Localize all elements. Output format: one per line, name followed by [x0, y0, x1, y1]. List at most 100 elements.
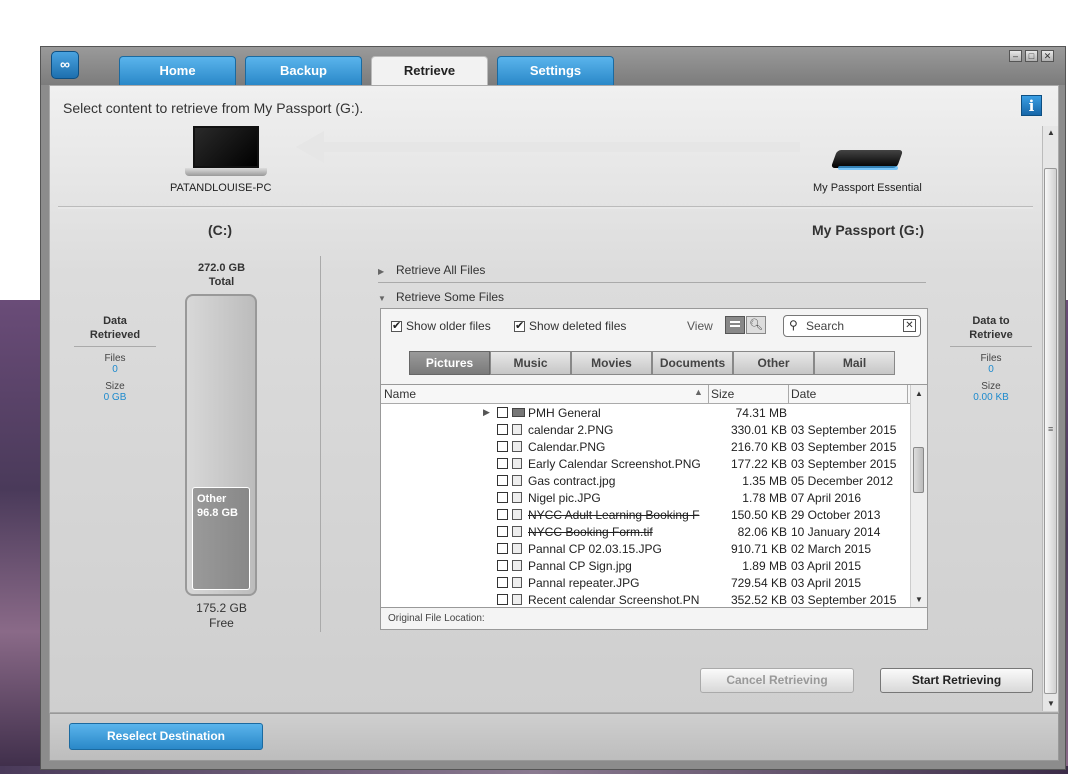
- show-deleted-checkbox[interactable]: Show deleted files: [514, 319, 626, 333]
- row-checkbox[interactable]: [497, 424, 508, 435]
- file-date: 07 April 2016: [791, 491, 862, 505]
- file-date: 03 September 2015: [791, 440, 897, 454]
- category-tabs: Pictures Music Movies Documents Other Ma…: [409, 351, 895, 375]
- scroll-up-icon[interactable]: ▲: [1043, 126, 1058, 140]
- tab-music[interactable]: Music: [490, 351, 571, 375]
- file-date: 05 December 2012: [791, 474, 894, 488]
- data-to-retrieve-stats: Data to Retrieve Files 0 Size 0.00 KB: [950, 314, 1032, 403]
- file-name: Recent calendar Screenshot.PN: [528, 593, 700, 607]
- tab-home[interactable]: Home: [119, 56, 236, 85]
- info-icon[interactable]: i: [1021, 95, 1042, 116]
- file-icon: [512, 509, 522, 520]
- row-checkbox[interactable]: [497, 577, 508, 588]
- row-checkbox[interactable]: [497, 509, 508, 520]
- row-checkbox[interactable]: [497, 458, 508, 469]
- laptop-icon: [185, 126, 267, 178]
- table-row[interactable]: Gas contract.jpg 1.35 MB 05 December 2012: [381, 472, 911, 489]
- table-row[interactable]: Pannal CP Sign.jpg 1.89 MB 03 April 2015: [381, 557, 911, 574]
- row-checkbox[interactable]: [497, 543, 508, 554]
- source-device-name: PATANDLOUISE-PC: [170, 182, 272, 194]
- row-checkbox[interactable]: [497, 441, 508, 452]
- size-value: 0.00 KB: [973, 392, 1009, 403]
- file-name: Nigel pic.JPG: [528, 491, 601, 505]
- capacity-total: 272.0 GB Total: [190, 261, 253, 289]
- divider: [378, 282, 926, 283]
- scroll-up-icon[interactable]: ▲: [911, 387, 927, 401]
- capacity-other-value: 96.8 GB: [197, 507, 238, 519]
- scroll-thumb[interactable]: ≡: [1044, 168, 1057, 694]
- tab-documents[interactable]: Documents: [652, 351, 733, 375]
- reselect-destination-button[interactable]: Reselect Destination: [69, 723, 263, 750]
- table-row[interactable]: NYCC Booking Form.tif 82.06 KB 10 January …: [381, 523, 911, 540]
- file-icon: [512, 543, 522, 554]
- row-checkbox[interactable]: [497, 475, 508, 486]
- file-list-scrollbar[interactable]: ▲ ▼: [910, 385, 927, 607]
- column-size-header[interactable]: Size: [711, 387, 734, 401]
- row-checkbox[interactable]: [497, 407, 508, 418]
- table-row[interactable]: Calendar.PNG 216.70 KB 03 September 2015: [381, 438, 911, 455]
- expand-right-icon[interactable]: ▶: [483, 407, 490, 418]
- files-value: 0: [112, 364, 118, 375]
- close-icon[interactable]: ✕: [1041, 50, 1054, 62]
- transfer-arrow-icon: [296, 131, 800, 164]
- column-name-header[interactable]: Name: [384, 387, 416, 401]
- clear-search-icon[interactable]: ✕: [903, 319, 916, 332]
- file-size: 177.22 KB: [730, 457, 787, 471]
- tab-pictures[interactable]: Pictures: [409, 351, 490, 375]
- minimize-icon[interactable]: –: [1009, 50, 1022, 62]
- row-checkbox[interactable]: [497, 560, 508, 571]
- tab-retrieve[interactable]: Retrieve: [371, 56, 488, 86]
- tab-mail[interactable]: Mail: [814, 351, 895, 375]
- maximize-icon[interactable]: □: [1025, 50, 1038, 62]
- title-bar: ∞ Home Backup Retrieve Settings – □ ✕: [41, 47, 1065, 86]
- show-deleted-label: Show deleted files: [529, 319, 627, 333]
- table-row[interactable]: NYCC Adult Learning Booking F 150.50 KB 29…: [381, 506, 911, 523]
- scroll-down-icon[interactable]: ▼: [911, 593, 927, 607]
- capacity-free: 175.2 GB Free: [190, 601, 253, 631]
- start-retrieving-button[interactable]: Start Retrieving: [880, 668, 1033, 693]
- main-scrollbar[interactable]: ▲ ≡ ▼: [1042, 126, 1058, 711]
- file-size: 216.70 KB: [730, 440, 787, 454]
- capacity-free-value: 175.2 GB: [196, 601, 247, 615]
- table-row[interactable]: ▶ PMH General 74.31 MB: [381, 404, 911, 421]
- show-older-checkbox[interactable]: Show older files: [391, 319, 491, 333]
- tab-backup[interactable]: Backup: [245, 56, 362, 85]
- table-row[interactable]: Pannal repeater.JPG 729.54 KB 03 April 201…: [381, 574, 911, 591]
- file-date: 03 September 2015: [791, 423, 897, 437]
- file-name: Pannal CP 02.03.15.JPG: [528, 542, 662, 556]
- file-size: 1.89 MB: [742, 559, 787, 573]
- stats-heading-line2: Retrieve: [969, 329, 1013, 341]
- search-input[interactable]: ⚲ Search ✕: [783, 315, 921, 337]
- row-checkbox[interactable]: [497, 594, 508, 605]
- cancel-retrieving-button[interactable]: Cancel Retrieving: [700, 668, 854, 693]
- table-row[interactable]: Early Calendar Screenshot.PNG 177.22 KB 03…: [381, 455, 911, 472]
- retrieve-all-toggle[interactable]: ▶ Retrieve All Files: [378, 263, 485, 277]
- tab-other[interactable]: Other: [733, 351, 814, 375]
- list-view-icon[interactable]: [725, 316, 745, 334]
- retrieve-panel: Select content to retrieve from My Passp…: [49, 85, 1059, 713]
- capacity-bar: Other 96.8 GB: [185, 294, 257, 596]
- row-checkbox[interactable]: [497, 526, 508, 537]
- search-placeholder: Search: [806, 319, 845, 333]
- table-row[interactable]: Recent calendar Screenshot.PN 352.52 KB 03…: [381, 591, 911, 608]
- tab-settings[interactable]: Settings: [497, 56, 614, 85]
- file-size: 330.01 KB: [730, 423, 787, 437]
- scroll-thumb[interactable]: [913, 447, 924, 493]
- table-row[interactable]: Pannal CP 02.03.15.JPG 910.71 KB 02 March …: [381, 540, 911, 557]
- file-size: 1.78 MB: [742, 491, 787, 505]
- table-row[interactable]: calendar 2.PNG 330.01 KB 03 September 2015: [381, 421, 911, 438]
- scroll-down-icon[interactable]: ▼: [1043, 697, 1058, 711]
- retrieve-some-toggle[interactable]: ▼ Retrieve Some Files: [378, 290, 504, 304]
- column-date-header[interactable]: Date: [791, 387, 816, 401]
- row-checkbox[interactable]: [497, 492, 508, 503]
- files-label: Files: [104, 353, 126, 364]
- table-row[interactable]: Nigel pic.JPG 1.78 MB 07 April 2016: [381, 489, 911, 506]
- tab-movies[interactable]: Movies: [571, 351, 652, 375]
- stats-heading: Data Retrieved: [74, 314, 156, 347]
- file-icon: [512, 424, 522, 435]
- size-label: Size: [981, 381, 1001, 392]
- external-drive-icon: [830, 146, 904, 170]
- search-view-icon[interactable]: 🔍︎: [746, 316, 766, 334]
- stats-heading-line1: Data to: [972, 315, 1010, 327]
- file-name: Calendar.PNG: [528, 440, 606, 454]
